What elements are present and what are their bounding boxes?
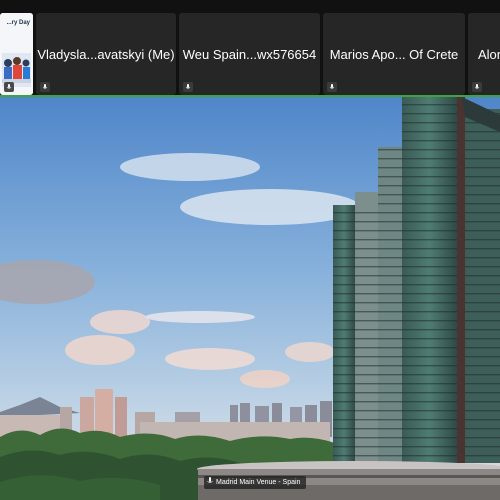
- participant-tile-vladyslav[interactable]: Vladysla...avatskyi (Me): [36, 13, 176, 95]
- skyscraper-main: [402, 97, 500, 463]
- video-source-label: Madrid Main Venue - Spain: [204, 476, 307, 489]
- muted-mic-icon: [327, 82, 337, 92]
- participant-name: Marios Apo... Of Crete: [329, 47, 459, 62]
- participant-name: Weu Spain...wx576654: [182, 47, 317, 62]
- video-frame: [0, 97, 500, 500]
- presentation-banner-text: ...ry Day: [6, 20, 30, 26]
- video-source-name: Madrid Main Venue - Spain: [216, 479, 301, 486]
- muted-mic-icon: [4, 82, 14, 92]
- participant-name: Vladysla...avatskyi (Me): [37, 47, 175, 62]
- participant-strip: ...ry Day Vladysla...avatskyi (Me) Weu S…: [0, 0, 500, 95]
- muted-mic-icon: [40, 82, 50, 92]
- participant-tile-presentation[interactable]: ...ry Day: [0, 13, 33, 95]
- muted-mic-icon: [183, 82, 193, 92]
- participant-name: Alon: [478, 47, 500, 62]
- participant-tile-weu-spain[interactable]: Weu Spain...wx576654: [179, 13, 320, 95]
- mic-icon: [207, 477, 213, 484]
- participant-tile-marios[interactable]: Marios Apo... Of Crete: [323, 13, 465, 95]
- main-video[interactable]: [0, 97, 500, 500]
- participant-tile-alon[interactable]: Alon: [468, 13, 500, 95]
- muted-mic-icon: [472, 82, 482, 92]
